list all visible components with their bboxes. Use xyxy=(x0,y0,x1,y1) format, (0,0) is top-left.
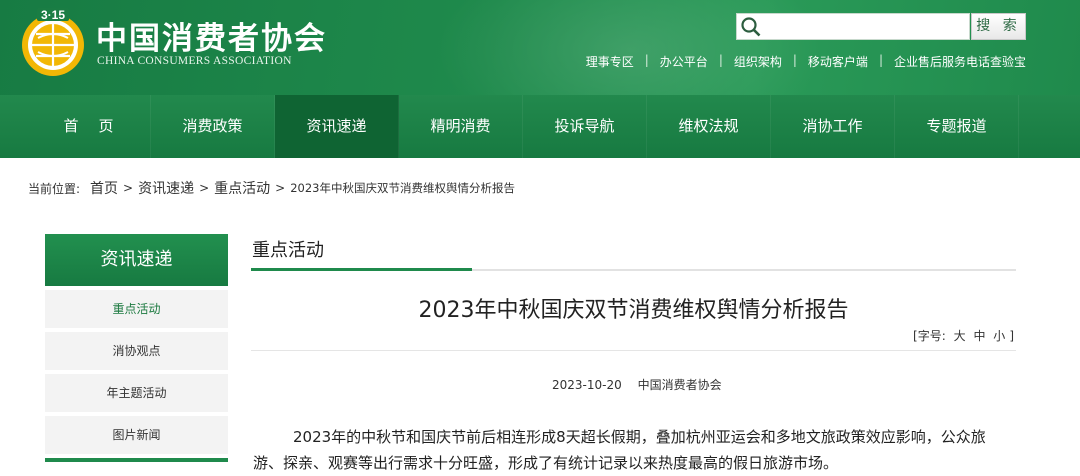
breadcrumb: 当前位置: 首页 > 资讯速递 > 重点活动 > 2023年中秋国庆双节消费维权… xyxy=(28,178,515,198)
font-size-medium[interactable]: 中 xyxy=(973,329,985,343)
nav-item-special-reports[interactable]: 专题报道 xyxy=(895,95,1019,158)
main-nav: 首页 消费政策 资讯速递 精明消费 投诉导航 维权法规 消协工作 专题报道 xyxy=(0,95,1080,158)
search-button[interactable]: 搜 索 xyxy=(971,13,1026,40)
breadcrumb-link-home[interactable]: 首页 xyxy=(90,178,118,198)
top-link-service-phone[interactable]: 企业售后服务电话查验宝 xyxy=(894,53,1026,70)
breadcrumb-arrow-icon: > xyxy=(199,181,210,195)
search-input[interactable] xyxy=(763,16,963,37)
article-meta: 2023-10-20 中国消费者协会 xyxy=(552,376,722,393)
breadcrumb-arrow-icon: > xyxy=(123,181,134,195)
cca-logo-icon[interactable]: 3·15 xyxy=(18,8,88,78)
top-link-mobile[interactable]: 移动客户端 xyxy=(808,53,868,70)
font-size-switcher: [字号: 大 中 小] xyxy=(911,327,1016,344)
nav-item-policy[interactable]: 消费政策 xyxy=(151,95,275,158)
breadcrumb-arrow-icon: > xyxy=(275,181,286,195)
font-size-large[interactable]: 大 xyxy=(954,329,966,343)
article-date: 2023-10-20 xyxy=(552,378,622,392)
nav-item-regulations[interactable]: 维权法规 xyxy=(647,95,771,158)
nav-item-association-work[interactable]: 消协工作 xyxy=(771,95,895,158)
sidebar-item-key-activities[interactable]: 重点活动 xyxy=(45,290,228,328)
sidebar-bottom-bar xyxy=(45,458,228,462)
section-divider xyxy=(251,268,1016,271)
article-source: 中国消费者协会 xyxy=(637,378,722,392)
section-divider-accent xyxy=(251,268,472,271)
separator: | xyxy=(792,53,797,67)
font-size-suffix: ] xyxy=(1009,329,1014,343)
top-link-office[interactable]: 办公平台 xyxy=(660,53,708,70)
site-name[interactable]: 中国消费者协会 xyxy=(96,13,327,58)
site-header: 3·15 中国消费者协会 CHINA CONSUMERS ASSOCIATION… xyxy=(0,0,1080,95)
section-title: 重点活动 xyxy=(252,240,324,261)
top-link-council[interactable]: 理事专区 xyxy=(586,53,634,70)
separator: | xyxy=(718,53,723,67)
search-icon xyxy=(741,17,761,37)
sidebar-item-photo-news[interactable]: 图片新闻 xyxy=(45,416,228,454)
top-link-organization[interactable]: 组织架构 xyxy=(734,53,782,70)
meta-divider xyxy=(251,350,1016,351)
article-title: 2023年中秋国庆双节消费维权舆情分析报告 xyxy=(418,298,849,323)
sidebar-title: 资讯速递 xyxy=(45,234,228,286)
font-size-prefix: [字号: xyxy=(913,329,946,343)
breadcrumb-link-news[interactable]: 资讯速递 xyxy=(138,178,194,198)
breadcrumb-label: 当前位置: xyxy=(28,181,81,196)
sidebar-item-viewpoints[interactable]: 消协观点 xyxy=(45,332,228,370)
nav-item-complaints[interactable]: 投诉导航 xyxy=(523,95,647,158)
nav-item-news[interactable]: 资讯速递 xyxy=(275,95,399,158)
separator: | xyxy=(644,53,649,67)
nav-item-home[interactable]: 首页 xyxy=(27,95,151,158)
font-size-small[interactable]: 小 xyxy=(993,329,1005,343)
logo-text: 3·15 xyxy=(41,8,65,22)
sidebar: 资讯速递 重点活动 消协观点 年主题活动 图片新闻 xyxy=(45,234,228,462)
sidebar-item-annual-theme[interactable]: 年主题活动 xyxy=(45,374,228,412)
nav-item-smart-consumption[interactable]: 精明消费 xyxy=(399,95,523,158)
site-name-en: CHINA CONSUMERS ASSOCIATION xyxy=(97,55,292,67)
search-box[interactable] xyxy=(736,13,970,40)
breadcrumb-link-key-activities[interactable]: 重点活动 xyxy=(214,178,270,198)
article-body: 2023年的中秋节和国庆节前后相连形成8天超长假期，叠加杭州亚运会和多地文旅政策… xyxy=(253,428,986,472)
separator: | xyxy=(878,53,883,67)
top-links: 理事专区 | 办公平台 | 组织架构 | 移动客户端 | 企业售后服务电话查验宝 xyxy=(586,53,1026,70)
breadcrumb-current: 2023年中秋国庆双节消费维权舆情分析报告 xyxy=(290,181,515,195)
